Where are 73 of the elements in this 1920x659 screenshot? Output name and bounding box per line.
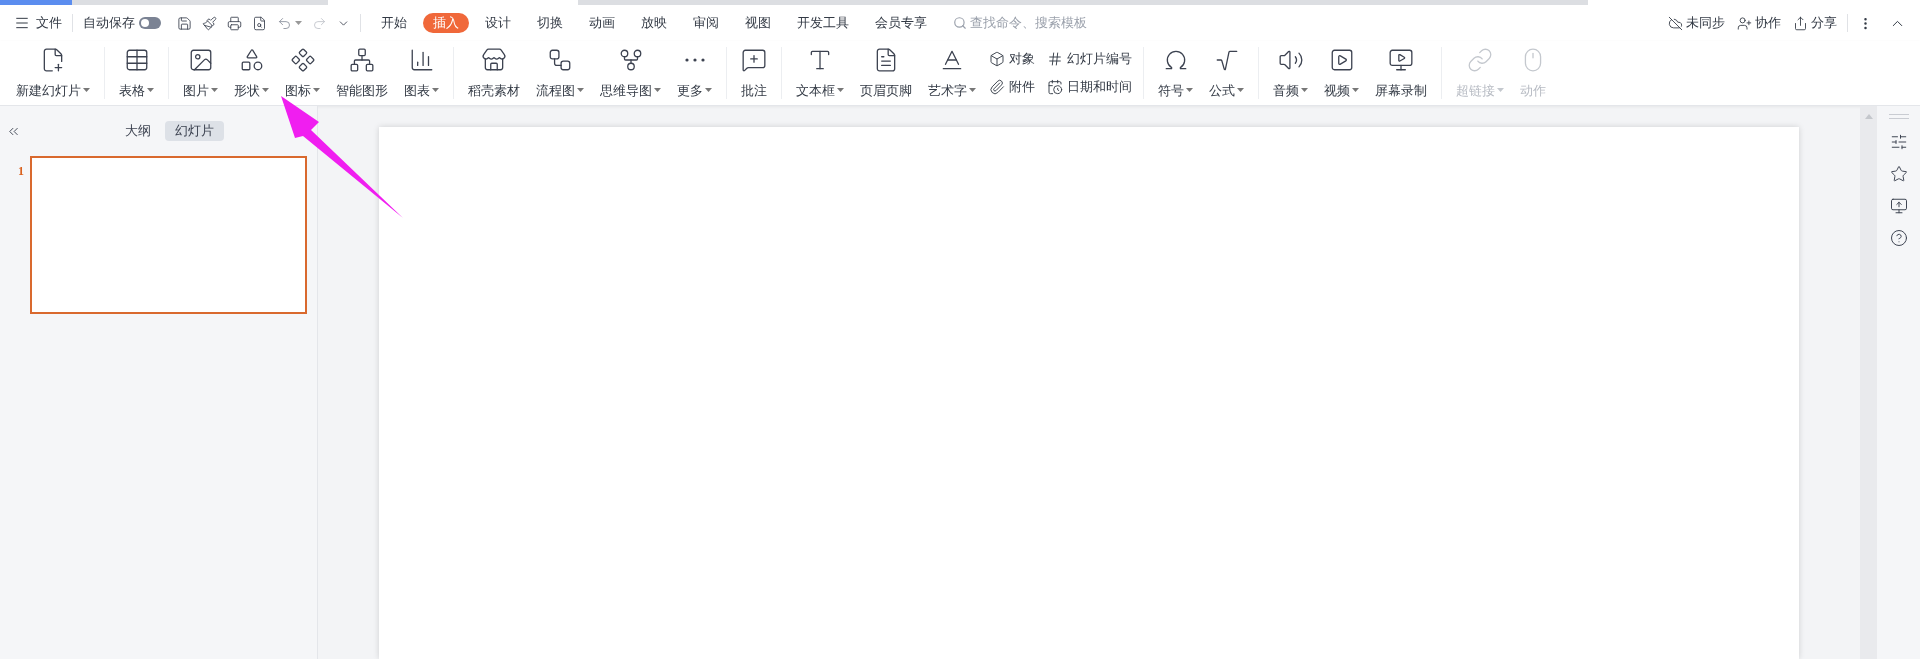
flowchart-icon (547, 47, 573, 73)
ribbon-tab[interactable]: 开发工具 (787, 13, 859, 33)
search-field[interactable]: 查找命令、搜索模板 (953, 13, 1103, 33)
paperclip-icon (989, 79, 1005, 95)
share-icon (1793, 15, 1808, 31)
slide-thumbnail[interactable] (30, 156, 307, 314)
settings-icon[interactable] (1889, 133, 1908, 151)
ribbon-button[interactable]: 批注 (735, 44, 773, 102)
ribbon-button[interactable]: 表格 (113, 44, 160, 102)
panel-tab[interactable]: 幻灯片 (165, 121, 224, 141)
star-icon[interactable] (1889, 165, 1908, 183)
ribbon-tab[interactable]: 设计 (475, 13, 521, 33)
undo-icon[interactable] (277, 15, 292, 31)
ribbon-tab[interactable]: 放映 (631, 13, 677, 33)
store-icon (481, 47, 507, 73)
ribbon-button[interactable]: 稻壳素材 (462, 44, 526, 102)
ribbon-button[interactable]: 更多 (671, 44, 718, 102)
header-action[interactable]: 未同步 (1668, 13, 1725, 33)
grip-icon (1888, 114, 1909, 119)
ribbon-button[interactable]: 视频 (1318, 44, 1365, 102)
ribbon-button[interactable]: 流程图 (530, 44, 590, 102)
autosave-toggle[interactable] (139, 17, 161, 29)
print-icon[interactable] (227, 15, 242, 31)
ribbon-small-button[interactable]: 幻灯片编号 (1044, 47, 1135, 71)
ribbon-button[interactable]: 图标 (279, 44, 326, 102)
preview-icon[interactable] (252, 15, 267, 31)
help-icon[interactable] (1889, 229, 1908, 247)
ribbon-small-button[interactable]: 对象 (986, 47, 1038, 71)
ribbon-small-button[interactable]: 日期和时间 (1044, 75, 1135, 99)
caret-icon (295, 21, 302, 25)
scrollbar[interactable] (1860, 106, 1877, 659)
ribbon-button[interactable]: 艺术字 (922, 44, 982, 102)
ribbon-tab[interactable]: 审阅 (683, 13, 729, 33)
calendar-icon (1047, 79, 1063, 95)
ribbon-tab[interactable]: 视图 (735, 13, 781, 33)
ribbon-button[interactable]: 页眉页脚 (854, 44, 918, 102)
ribbon-button[interactable]: 图片 (177, 44, 224, 102)
ribbon-button[interactable]: 新建幻灯片 (10, 44, 96, 102)
ribbon-button[interactable]: 形状 (228, 44, 275, 102)
ribbon-button[interactable]: 符号 (1152, 44, 1199, 102)
ribbon-small-button[interactable]: 附件 (986, 75, 1038, 99)
autosave-label: 自动保存 (83, 14, 135, 33)
brush-icon[interactable] (202, 15, 217, 31)
monitor-icon (1388, 47, 1414, 73)
ribbon-button[interactable]: 思维导图 (594, 44, 667, 102)
header-action[interactable]: 分享 (1793, 13, 1837, 33)
ribbon-tab[interactable]: 切换 (527, 13, 573, 33)
panel-tab[interactable]: 大纲 (115, 121, 161, 141)
more-icon (684, 58, 705, 62)
ribbon-tab[interactable]: 开始 (371, 13, 417, 33)
slide-number: 1 (18, 163, 24, 180)
file-menu[interactable]: 文件 (14, 13, 62, 33)
link-icon (1467, 47, 1493, 73)
hash-icon (1047, 51, 1063, 67)
ribbon-button[interactable]: 文本框 (790, 44, 850, 102)
ribbon-button[interactable]: 音频 (1267, 44, 1314, 102)
ribbon-tab[interactable]: 动画 (579, 13, 625, 33)
diagram-icon (349, 47, 375, 73)
screen-icon[interactable] (1889, 197, 1908, 215)
save-icon[interactable] (177, 15, 192, 31)
search-icon (953, 16, 967, 30)
ribbon-tab[interactable]: 会员专享 (865, 13, 937, 33)
header-action[interactable]: 协作 (1737, 13, 1781, 33)
ribbon-button[interactable]: 公式 (1203, 44, 1250, 102)
cloud-icon (1668, 15, 1683, 31)
user-plus-icon (1737, 15, 1752, 31)
ribbon-button[interactable]: 智能图形 (330, 44, 394, 102)
ribbon-button[interactable]: 屏幕录制 (1369, 44, 1433, 102)
cube-icon (989, 51, 1005, 67)
comment-icon (741, 47, 767, 73)
icons-icon (289, 47, 316, 73)
menu-icon (14, 15, 30, 31)
ribbon-button[interactable]: 图表 (398, 44, 445, 102)
